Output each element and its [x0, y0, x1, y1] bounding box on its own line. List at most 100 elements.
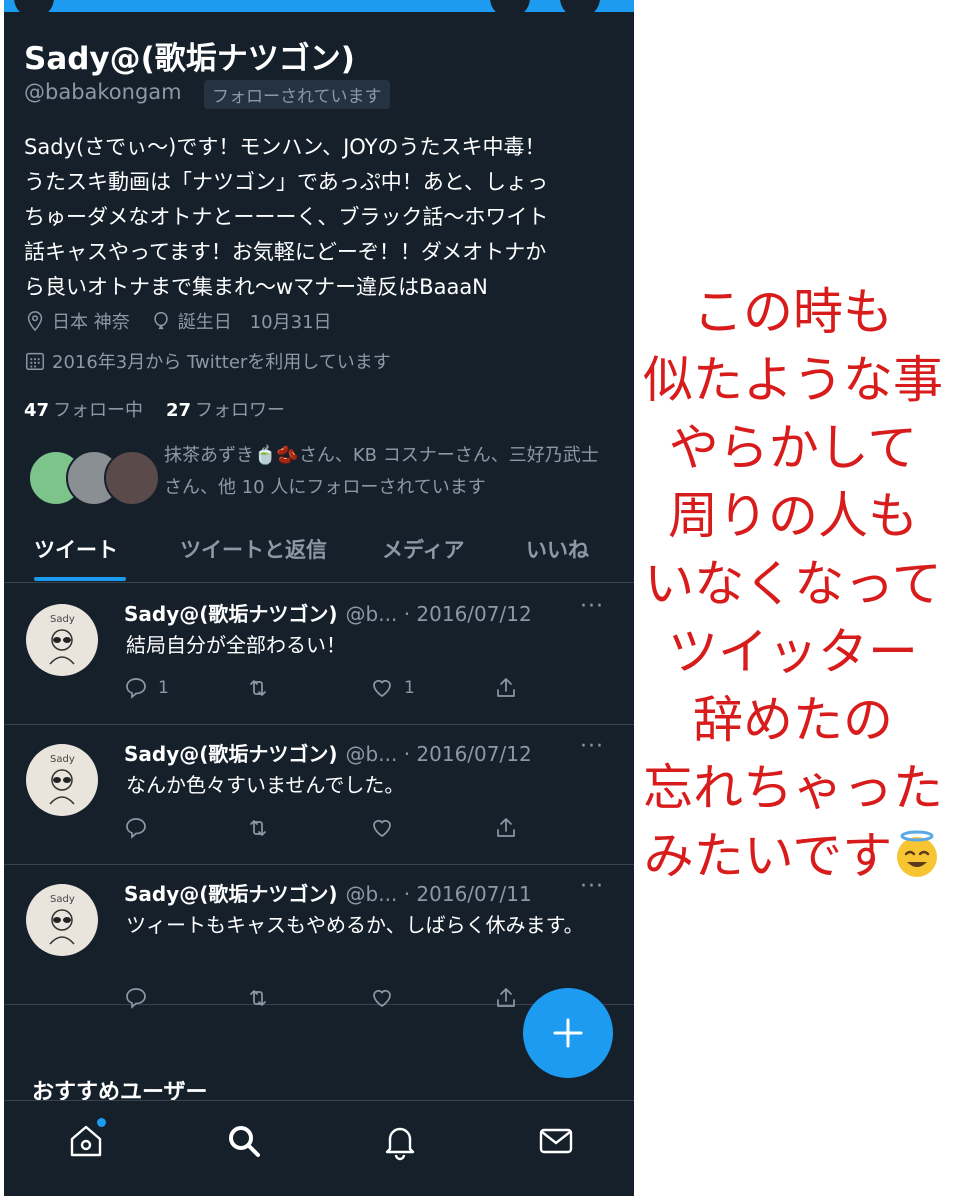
follow-counts: 47 フォロー中 27 フォロワー	[24, 396, 285, 422]
retweet-icon	[250, 680, 266, 696]
tweet-header: Sady@(歌垢ナツゴン) @b... · 2016/07/12	[124, 738, 532, 767]
like-icon	[373, 820, 391, 838]
search-header-button[interactable]	[490, 0, 530, 18]
more-options-icon[interactable]: ···	[580, 734, 604, 759]
reply-count: 1	[158, 678, 169, 698]
followers-count: 27	[165, 400, 192, 421]
followers-link[interactable]: 27 フォロワー	[166, 400, 285, 421]
tweet-author-handle: @b...	[345, 602, 398, 626]
location-text: 日本 神奈	[52, 312, 130, 333]
profile-tabs: ツイート ツイートと返信 メディア いいね	[4, 520, 634, 583]
follows-you-badge: フォローされています	[204, 80, 390, 109]
share-button[interactable]	[494, 676, 528, 700]
joined-text: 2016年3月から Twitterを利用しています	[52, 352, 391, 373]
avatar	[104, 450, 160, 506]
like-icon	[373, 990, 391, 1008]
share-button[interactable]	[494, 816, 528, 840]
avatar[interactable]: Sady	[26, 884, 98, 956]
tab-likes[interactable]: いいね	[526, 534, 589, 564]
halo-emoji-icon	[897, 830, 938, 877]
profile-meta-row: 日本 神奈 誕生日 10月31日	[24, 308, 332, 334]
notifications-icon[interactable]	[380, 1121, 420, 1161]
messages-icon[interactable]	[536, 1121, 576, 1161]
retweet-icon	[250, 990, 266, 1006]
calendar-icon	[26, 352, 44, 370]
avatar[interactable]: Sady	[26, 744, 98, 816]
back-button[interactable]	[14, 0, 54, 18]
following-link[interactable]: 47 フォロー中	[24, 400, 143, 421]
tweet-header: Sady@(歌垢ナツゴン) @b... · 2016/07/12	[124, 598, 532, 627]
more-header-button[interactable]	[560, 0, 600, 18]
followed-by-avatars[interactable]	[28, 450, 160, 506]
like-button[interactable]	[370, 986, 404, 1010]
profile-name: Sady@(歌垢ナツゴン)	[24, 41, 355, 77]
location-icon	[27, 311, 43, 332]
tweet-actions: 1 1	[124, 676, 524, 706]
tweet-date: · 2016/07/12	[403, 602, 532, 626]
overlay-caption: この時も 似たような事 やらかして 周りの人も いなくなって ツイッター 辞めた…	[626, 278, 960, 890]
tweet-item[interactable]: Sady Sady@(歌垢ナツゴン) @b... · 2016/07/11 ···…	[4, 864, 634, 1009]
tweet-author-handle: @b...	[345, 742, 398, 766]
tweet-text: 結局自分が全部わるい！	[126, 633, 346, 657]
like-count: 1	[404, 678, 415, 698]
more-options-icon[interactable]: ···	[580, 874, 604, 899]
home-icon[interactable]	[66, 1121, 106, 1161]
profile-handle: @babakongam	[24, 80, 182, 104]
tab-media[interactable]: メディア	[382, 534, 465, 564]
birthday-text: 誕生日 10月31日	[177, 312, 332, 333]
tweet-author-name[interactable]: Sady@(歌垢ナツゴン)	[124, 602, 338, 626]
followers-label: フォロワー	[195, 400, 286, 421]
tweet-author-handle: @b...	[345, 882, 398, 906]
reply-button[interactable]	[124, 986, 158, 1010]
following-label: フォロー中	[53, 400, 144, 421]
avatar-label: Sady	[50, 614, 75, 625]
tweet-author-name[interactable]: Sady@(歌垢ナツゴン)	[124, 742, 338, 766]
tweet-date: · 2016/07/11	[403, 882, 532, 906]
compose-button[interactable]	[523, 988, 613, 1078]
reply-button[interactable]	[124, 816, 158, 840]
reply-icon	[126, 988, 146, 1009]
search-icon[interactable]	[224, 1121, 264, 1161]
retweet-button[interactable]	[246, 816, 280, 840]
tweet-item[interactable]: Sady Sady@(歌垢ナツゴン) @b... · 2016/07/12 ···…	[4, 724, 634, 865]
tweet-date: · 2016/07/12	[403, 742, 532, 766]
share-button[interactable]	[494, 986, 528, 1010]
following-count: 47	[24, 400, 50, 421]
like-icon	[373, 680, 391, 698]
tweet-header: Sady@(歌垢ナツゴン) @b... · 2016/07/11	[124, 878, 532, 907]
joined-row: 2016年3月から Twitterを利用しています	[24, 348, 391, 374]
retweet-button[interactable]	[246, 986, 280, 1010]
active-tab-indicator	[34, 577, 126, 581]
caption-text: この時も 似たような事 やらかして 周りの人も いなくなって ツイッター 辞めた…	[643, 283, 943, 885]
balloon-icon	[154, 312, 168, 330]
avatar-label: Sady	[50, 754, 75, 765]
retweet-icon	[250, 820, 266, 836]
reply-icon	[126, 678, 146, 699]
share-icon	[497, 988, 515, 1007]
avatar-label: Sady	[50, 894, 75, 905]
tweet-actions	[124, 986, 524, 1016]
tweet-actions	[124, 816, 524, 846]
tweet-text: ツィートもキャスもやめるか、しばらく休みます。	[126, 913, 584, 937]
notification-dot	[97, 1118, 106, 1127]
share-icon	[497, 818, 515, 837]
twitter-profile-screen: Sady@(歌垢ナツゴン) @babakongam フォローされています Sad…	[4, 0, 634, 1196]
tweet-text: なんか色々すいませんでした。	[126, 773, 405, 797]
bottom-navigation	[4, 1100, 634, 1196]
compose-icon	[553, 1018, 583, 1048]
more-options-icon[interactable]: ···	[580, 594, 604, 619]
tweet-item[interactable]: Sady Sady@(歌垢ナツゴン) @b... · 2016/07/12 ···…	[4, 584, 634, 725]
top-header-bar	[4, 0, 634, 18]
tab-tweets-replies[interactable]: ツイートと返信	[180, 534, 327, 564]
avatar[interactable]: Sady	[26, 604, 98, 676]
retweet-button[interactable]	[246, 676, 280, 700]
profile-bio: Sady(さでぃ〜)です！モンハン、JOYのうたスキ中毒！ うたスキ動画は「ナツ…	[24, 135, 549, 299]
share-icon	[497, 678, 515, 697]
reply-button[interactable]: 1	[124, 676, 169, 700]
followed-by-text[interactable]: 抹茶あずき🍵🫘さん、KB コスナーさん、三好乃武士さん、他 10 人にフォローさ…	[164, 440, 614, 504]
reply-icon	[126, 818, 146, 839]
tab-tweets[interactable]: ツイート	[34, 534, 118, 564]
tweet-author-name[interactable]: Sady@(歌垢ナツゴン)	[124, 882, 338, 906]
like-button[interactable]: 1	[370, 676, 415, 700]
like-button[interactable]	[370, 816, 404, 840]
